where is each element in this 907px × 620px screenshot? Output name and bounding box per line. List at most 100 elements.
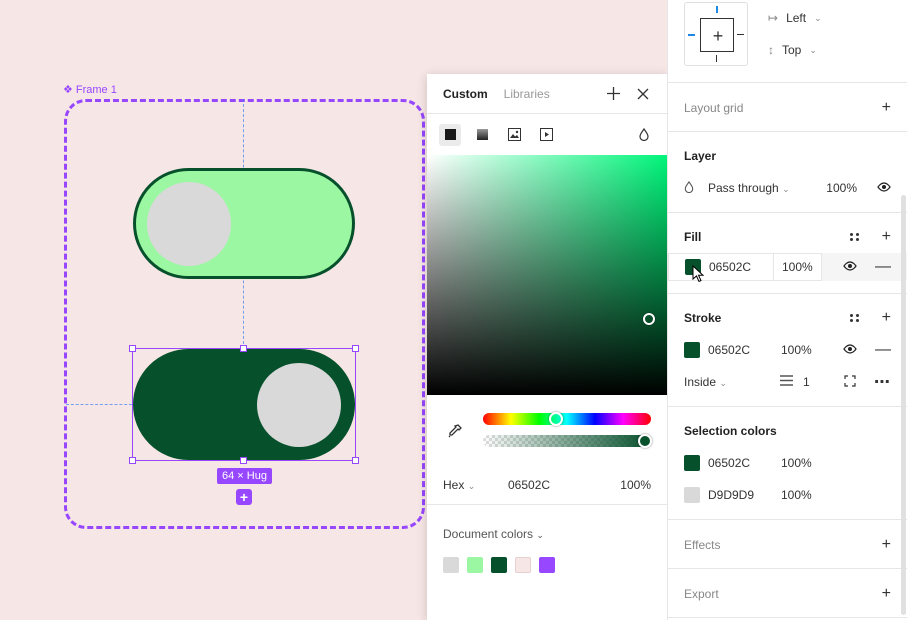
image-fill-button[interactable] <box>503 124 525 146</box>
more-icon: ⋯ <box>874 374 891 391</box>
chevron-down-icon: ⌄ <box>536 530 544 540</box>
layer-opacity-input[interactable]: 100% <box>826 181 857 195</box>
stroke-weight-input[interactable]: 1 <box>803 375 844 389</box>
selection-box <box>129 345 359 464</box>
gradient-fill-button[interactable] <box>471 124 493 146</box>
frame-1[interactable] <box>64 99 425 529</box>
document-colors-dropdown[interactable]: Document colors ⌄ <box>443 527 651 541</box>
style-grid-icon[interactable] <box>849 233 860 241</box>
remove-stroke-button[interactable]: — <box>875 342 891 358</box>
document-color-swatch[interactable] <box>467 557 483 573</box>
frame-label-text: Frame 1 <box>75 83 117 96</box>
chevron-down-icon: ⌄ <box>782 184 790 194</box>
constraint-bottom-indicator[interactable] <box>716 55 717 62</box>
stroke-position-value: Inside <box>684 375 717 389</box>
color-mode-label: Hex <box>443 477 465 492</box>
layer-visibility-button[interactable] <box>877 181 891 195</box>
horizontal-constraint-dropdown[interactable]: ↦ Left ⌄ <box>768 11 822 25</box>
document-color-swatch[interactable] <box>515 557 531 573</box>
selection-color-swatch[interactable] <box>684 487 700 503</box>
add-style-button[interactable] <box>605 86 621 102</box>
individual-strokes-button[interactable] <box>844 374 856 390</box>
selection-color-row[interactable]: D9D9D9 100% <box>684 487 891 503</box>
selection-color-opacity[interactable]: 100% <box>781 488 812 502</box>
fill-opacity[interactable]: 100% <box>773 254 821 280</box>
add-layout-grid-button[interactable]: + <box>882 99 891 116</box>
advanced-stroke-button[interactable]: ⋯ <box>874 372 891 392</box>
constraint-right-indicator[interactable] <box>737 34 744 35</box>
selection-color-swatch[interactable] <box>684 455 700 471</box>
chevron-down-icon: ⌄ <box>814 12 822 23</box>
spacing-guide-horizontal <box>66 404 132 405</box>
add-auto-layout-button[interactable]: + <box>236 489 252 505</box>
video-icon <box>539 128 553 141</box>
color-cursor[interactable] <box>643 313 655 325</box>
resize-handle-bottom[interactable] <box>240 457 247 464</box>
export-title: Export <box>684 586 719 601</box>
constraints-widget[interactable]: + <box>684 2 748 66</box>
layout-grid-title: Layout grid <box>684 100 744 115</box>
close-button[interactable] <box>635 86 651 102</box>
selection-color-hex[interactable]: D9D9D9 <box>708 488 781 502</box>
stroke-position-dropdown[interactable]: Inside ⌄ <box>684 375 780 389</box>
plus-icon: + <box>881 228 891 245</box>
hue-slider[interactable] <box>483 412 651 426</box>
eye-icon <box>877 182 891 192</box>
add-fill-button[interactable]: + <box>882 229 891 245</box>
stroke-hex[interactable]: 06502C <box>708 343 781 357</box>
hue-slider-thumb[interactable] <box>549 412 563 426</box>
saturation-brightness-area[interactable] <box>427 155 667 395</box>
resize-handle-top-right[interactable] <box>352 345 359 352</box>
export-section: Export + <box>668 569 907 618</box>
toggle-off-variant[interactable] <box>133 168 355 279</box>
effects-title: Effects <box>684 537 721 552</box>
stroke-title: Stroke <box>684 311 722 325</box>
color-mode-dropdown[interactable]: Hex ⌄ <box>443 478 508 492</box>
blend-mode-button[interactable] <box>633 124 655 146</box>
stroke-opacity[interactable]: 100% <box>781 343 843 357</box>
opacity-slider-thumb[interactable] <box>638 434 652 448</box>
document-color-swatch[interactable] <box>443 557 459 573</box>
eye-icon <box>843 261 857 271</box>
stroke-visibility-button[interactable] <box>843 343 857 357</box>
horizontal-resize-icon: ↦ <box>768 11 779 25</box>
constraint-left-indicator[interactable] <box>688 34 695 36</box>
add-export-button[interactable]: + <box>882 585 891 602</box>
resize-handle-bottom-right[interactable] <box>352 457 359 464</box>
remove-fill-button[interactable]: — <box>875 259 891 275</box>
opacity-input[interactable]: 100% <box>620 478 651 492</box>
tab-libraries[interactable]: Libraries <box>504 87 550 101</box>
solid-fill-button[interactable] <box>439 123 461 146</box>
stroke-color-swatch[interactable] <box>684 342 700 358</box>
resize-handle-top-left[interactable] <box>129 345 136 352</box>
blend-mode-dropdown[interactable]: Pass through ⌄ <box>708 181 826 195</box>
document-color-swatch[interactable] <box>539 557 555 573</box>
tab-custom[interactable]: Custom <box>443 87 488 101</box>
plus-icon: + <box>712 25 724 46</box>
add-effect-button[interactable]: + <box>882 536 891 553</box>
panel-scrollbar[interactable] <box>901 195 906 615</box>
opacity-slider[interactable] <box>483 434 652 448</box>
vertical-constraint-dropdown[interactable]: ↕ Top ⌄ <box>768 43 817 57</box>
selection-color-row[interactable]: 06502C 100% <box>684 455 891 471</box>
add-stroke-button[interactable]: + <box>882 310 891 326</box>
stroke-row[interactable]: 06502C 100% — <box>684 342 891 358</box>
toggle-knob <box>147 182 231 266</box>
minus-icon: — <box>875 258 891 275</box>
hex-input[interactable]: 06502C <box>508 478 620 492</box>
constraints-section: + ↦ Left ⌄ ↕ Top ⌄ <box>668 0 907 83</box>
frame-label[interactable]: ❖ Frame 1 <box>63 83 117 97</box>
selection-color-hex[interactable]: 06502C <box>708 456 781 470</box>
eyedropper-button[interactable] <box>447 423 463 442</box>
resize-handle-bottom-left[interactable] <box>129 457 136 464</box>
fill-visibility-button[interactable] <box>843 260 857 274</box>
document-colors-section: Document colors ⌄ <box>427 505 667 573</box>
resize-handle-top[interactable] <box>240 345 247 352</box>
video-fill-button[interactable] <box>535 124 557 146</box>
image-icon <box>507 128 521 141</box>
document-color-swatch[interactable] <box>491 557 507 573</box>
constraint-top-indicator[interactable] <box>716 6 718 13</box>
style-grid-icon[interactable] <box>849 314 860 322</box>
selection-color-opacity[interactable]: 100% <box>781 456 812 470</box>
fill-hex[interactable]: 06502C <box>709 260 773 274</box>
